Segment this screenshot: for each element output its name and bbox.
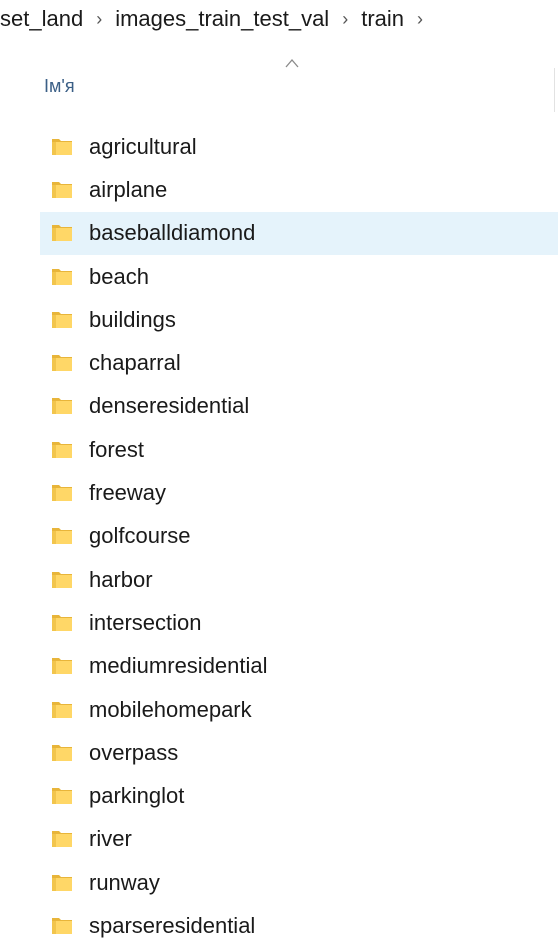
file-name: harbor [89, 566, 153, 592]
folder-icon [52, 268, 72, 285]
file-row-golfcourse[interactable]: golfcourse [40, 515, 558, 558]
file-name: golfcourse [89, 523, 191, 549]
file-row-forest[interactable]: forest [40, 428, 558, 471]
folder-icon [52, 311, 72, 328]
file-name: chaparral [89, 350, 181, 376]
file-name: freeway [89, 480, 167, 506]
file-row-baseballdiamond[interactable]: baseballdiamond [40, 211, 558, 255]
folder-icon [52, 917, 72, 934]
file-name: agricultural [89, 133, 197, 159]
file-name: mediumresidential [89, 653, 268, 679]
file-name: intersection [89, 609, 202, 635]
file-name: runway [89, 869, 160, 895]
file-name: sparseresidential [89, 912, 256, 938]
folder-icon [52, 701, 72, 718]
file-row-beach[interactable]: beach [40, 255, 558, 298]
folder-icon [52, 658, 72, 675]
file-row-overpass[interactable]: overpass [40, 731, 558, 774]
file-row-mobilehomepark[interactable]: mobilehomepark [40, 688, 558, 731]
breadcrumb-item-images-train-test-val[interactable]: images_train_test_val [113, 6, 331, 32]
file-name: buildings [89, 306, 176, 332]
file-name: beach [89, 263, 149, 289]
file-row-mediumresidential[interactable]: mediumresidential [40, 645, 558, 688]
file-row-river[interactable]: river [40, 818, 558, 861]
file-list: agricultural airplane baseballdiamond be… [40, 125, 558, 948]
sort-ascending-icon [285, 59, 299, 68]
file-name: baseballdiamond [89, 220, 256, 246]
folder-icon [52, 485, 72, 502]
file-row-sparseresidential[interactable]: sparseresidential [40, 904, 558, 947]
file-row-harbor[interactable]: harbor [40, 558, 558, 601]
folder-icon [52, 874, 72, 891]
folder-icon [52, 831, 72, 848]
file-row-freeway[interactable]: freeway [40, 471, 558, 514]
file-name: denseresidential [89, 393, 250, 419]
column-divider[interactable] [554, 68, 555, 112]
file-row-denseresidential[interactable]: denseresidential [40, 385, 558, 428]
folder-icon [52, 788, 72, 805]
folder-icon [52, 441, 72, 458]
file-name: mobilehomepark [89, 696, 252, 722]
chevron-right-icon[interactable]: › [85, 9, 113, 30]
folder-icon [52, 571, 72, 588]
file-row-runway[interactable]: runway [40, 861, 558, 904]
column-header-row: Ім'я [0, 50, 558, 122]
breadcrumb-item-train[interactable]: train [359, 6, 406, 32]
folder-icon [52, 355, 72, 372]
folder-icon [52, 181, 72, 198]
file-row-parkinglot[interactable]: parkinglot [40, 774, 558, 817]
file-row-buildings[interactable]: buildings [40, 298, 558, 341]
file-row-agricultural[interactable]: agricultural [40, 125, 558, 168]
file-row-chaparral[interactable]: chaparral [40, 341, 558, 384]
file-name: river [89, 826, 132, 852]
folder-icon [52, 225, 72, 242]
folder-icon [52, 398, 72, 415]
chevron-right-icon[interactable]: › [406, 9, 434, 30]
file-name: forest [89, 436, 145, 462]
folder-icon [52, 138, 72, 155]
file-name: airplane [89, 176, 168, 202]
folder-icon [52, 614, 72, 631]
file-name: parkinglot [89, 783, 185, 809]
file-row-intersection[interactable]: intersection [40, 601, 558, 644]
breadcrumb-item-set-land[interactable]: set_land [0, 6, 85, 32]
folder-icon [52, 744, 72, 761]
file-row-airplane[interactable]: airplane [40, 168, 558, 211]
breadcrumb: set_land › images_train_test_val › train… [0, 0, 434, 38]
file-name: overpass [89, 739, 179, 765]
column-header-name[interactable]: Ім'я [44, 76, 75, 97]
folder-icon [52, 528, 72, 545]
chevron-right-icon[interactable]: › [331, 9, 359, 30]
